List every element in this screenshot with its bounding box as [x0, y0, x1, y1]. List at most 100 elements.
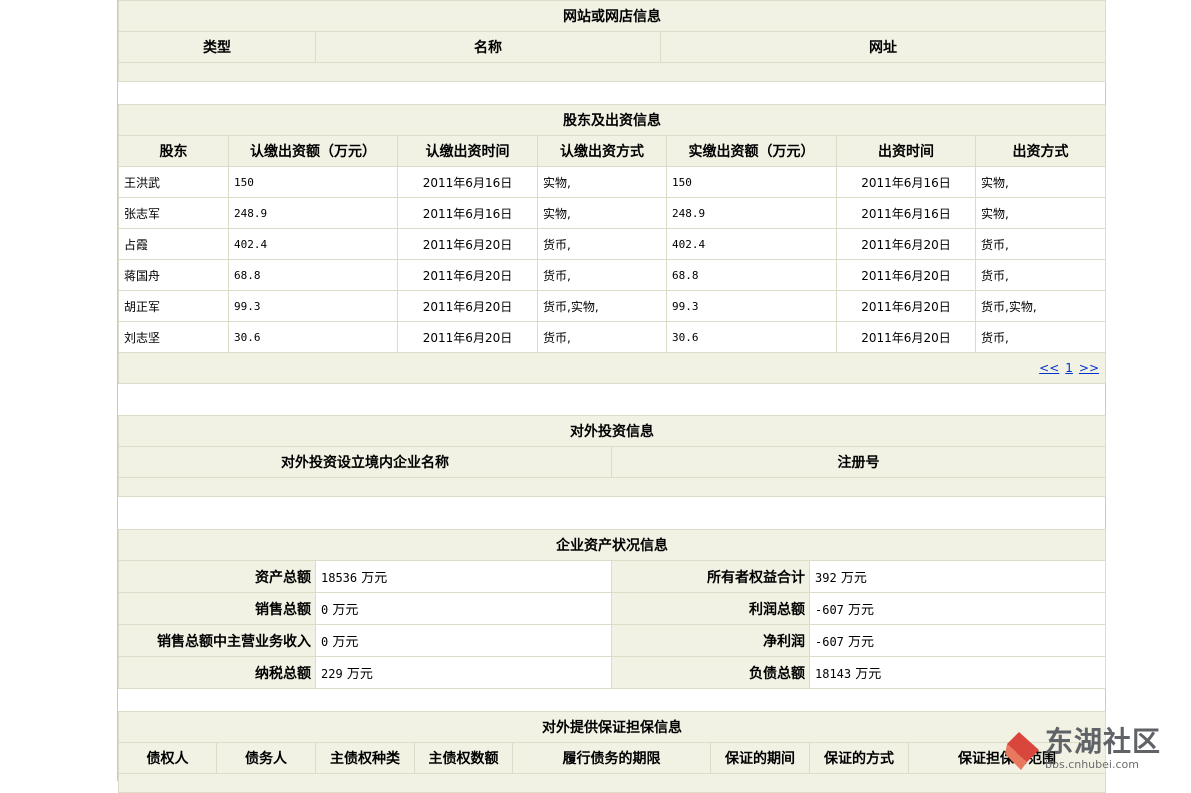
- investment-header-regno: 注册号: [611, 446, 1106, 478]
- asset-row: 销售总额 0 万元 利润总额 -607 万元: [118, 592, 1106, 625]
- shareholder-cell: 99.3: [666, 290, 837, 322]
- guarantee-header: 主债权数额: [414, 742, 513, 774]
- shareholder-cell: 货币,: [537, 228, 667, 260]
- shareholder-row: 蒋国舟 68.8 2011年6月20日 货币, 68.8 2011年6月20日 货币,: [118, 259, 1107, 291]
- guarantee-header: 保证的期间: [710, 742, 810, 774]
- asset-number: -607: [815, 635, 844, 649]
- investment-table: 对外投资信息 对外投资设立境内企业名称 注册号: [118, 415, 1106, 497]
- shareholder-table: 股东及出资信息 股东 认缴出资额（万元） 认缴出资时间 认缴出资方式 实缴出资额…: [117, 104, 1107, 384]
- asset-number: 18143: [815, 667, 852, 681]
- shareholder-cell: 2011年6月16日: [397, 166, 538, 198]
- website-header-name: 名称: [315, 31, 661, 63]
- shareholder-header: 认缴出资额（万元）: [228, 135, 398, 167]
- asset-number: 18536: [321, 571, 358, 585]
- watermark-title: 东湖社区: [1045, 724, 1162, 758]
- site-watermark: 东湖社区 bbs.cnhubei.com: [1005, 719, 1183, 777]
- shareholder-row: 胡正军 99.3 2011年6月20日 货币,实物, 99.3 2011年6月20日 货币,…: [118, 290, 1107, 322]
- shareholder-cell: 2011年6月16日: [397, 197, 538, 229]
- shareholder-cell: 2011年6月20日: [836, 290, 976, 322]
- shareholder-cell: 150: [666, 166, 837, 198]
- shareholder-row: 王洪武 150 2011年6月16日 实物, 150 2011年6月16日 实物,: [118, 166, 1107, 198]
- assets-section-title: 企业资产状况信息: [118, 529, 1106, 561]
- asset-unit: 万元: [848, 635, 875, 650]
- website-empty-band: [118, 62, 1106, 82]
- shareholder-section-title: 股东及出资信息: [117, 104, 1107, 136]
- shareholder-cell: 248.9: [666, 197, 837, 229]
- investment-section-title: 对外投资信息: [118, 415, 1106, 447]
- shareholder-cell: 2011年6月20日: [836, 228, 976, 260]
- pager-prev-link[interactable]: <<: [1039, 361, 1059, 375]
- shareholder-cell: 248.9: [228, 197, 398, 229]
- shareholder-header: 出资时间: [836, 135, 976, 167]
- shareholder-cell: 货币,: [537, 321, 667, 353]
- shareholder-row: 占霞 402.4 2011年6月20日 货币, 402.4 2011年6月20日 货币,: [118, 228, 1107, 260]
- pager-next-link[interactable]: >>: [1079, 361, 1099, 375]
- pagination-bar: << 1 >>: [117, 352, 1107, 384]
- shareholder-cell: 2011年6月20日: [397, 290, 538, 322]
- shareholder-cell: 实物,: [974, 197, 1107, 229]
- website-header-url: 网址: [660, 31, 1106, 63]
- watermark-url: bbs.cnhubei.com: [1045, 757, 1139, 771]
- website-section-title: 网站或网店信息: [118, 0, 1106, 32]
- asset-unit: 万元: [346, 667, 373, 682]
- asset-unit: 万元: [840, 571, 867, 586]
- shareholder-header: 出资方式: [974, 135, 1107, 167]
- guarantee-header: 保证的方式: [809, 742, 909, 774]
- shareholder-cell: 68.8: [228, 259, 398, 291]
- asset-row: 销售总额中主营业务收入 0 万元 净利润 -607 万元: [118, 624, 1106, 657]
- watermark-logo-icon: [1005, 732, 1039, 770]
- shareholder-header: 股东: [118, 135, 229, 167]
- asset-value: -607 万元: [809, 624, 1106, 657]
- shareholder-cell: 货币,实物,: [974, 290, 1107, 322]
- shareholder-cell: 68.8: [666, 259, 837, 291]
- shareholder-header: 实缴出资额（万元）: [666, 135, 837, 167]
- shareholder-cell: 2011年6月20日: [397, 228, 538, 260]
- shareholder-cell: 刘志坚: [118, 321, 229, 353]
- asset-label: 净利润: [611, 624, 810, 657]
- shareholder-cell: 99.3: [228, 290, 398, 322]
- pager-page-link[interactable]: 1: [1065, 361, 1073, 375]
- guarantee-header: 主债权种类: [315, 742, 415, 774]
- shareholder-row: 刘志坚 30.6 2011年6月20日 货币, 30.6 2011年6月20日 货币,: [118, 321, 1107, 353]
- guarantee-header: 债权人: [118, 742, 217, 774]
- asset-label: 资产总额: [118, 560, 316, 593]
- asset-value: 392 万元: [809, 560, 1106, 593]
- shareholder-cell: 实物,: [537, 166, 667, 198]
- shareholder-cell: 2011年6月16日: [836, 197, 976, 229]
- asset-number: 229: [321, 667, 343, 681]
- shareholder-cell: 2011年6月16日: [836, 166, 976, 198]
- asset-value: 229 万元: [315, 656, 612, 689]
- asset-unit: 万元: [361, 571, 388, 586]
- guarantee-section-title: 对外提供保证担保信息: [118, 711, 1106, 743]
- website-table: 网站或网店信息 类型 名称 网址: [118, 0, 1106, 82]
- guarantee-header: 履行债务的期限: [512, 742, 711, 774]
- asset-value: 0 万元: [315, 592, 612, 625]
- asset-label: 销售总额: [118, 592, 316, 625]
- guarantee-empty-band: [118, 773, 1106, 793]
- shareholder-cell: 2011年6月20日: [397, 321, 538, 353]
- shareholder-cell: 2011年6月20日: [836, 321, 976, 353]
- shareholder-cell: 30.6: [228, 321, 398, 353]
- asset-label: 纳税总额: [118, 656, 316, 689]
- asset-label: 所有者权益合计: [611, 560, 810, 593]
- asset-unit: 万元: [332, 603, 359, 618]
- asset-row: 资产总额 18536 万元 所有者权益合计 392 万元: [118, 560, 1106, 593]
- shareholder-cell: 货币,: [974, 259, 1107, 291]
- shareholder-cell: 150: [228, 166, 398, 198]
- assets-table: 企业资产状况信息 资产总额 18536 万元 所有者权益合计 392 万元 销售总额 0 …: [118, 529, 1106, 689]
- shareholder-cell: 2011年6月20日: [836, 259, 976, 291]
- asset-value: 18536 万元: [315, 560, 612, 593]
- asset-value: 0 万元: [315, 624, 612, 657]
- asset-number: 392: [815, 571, 837, 585]
- shareholder-cell: 实物,: [974, 166, 1107, 198]
- asset-unit: 万元: [848, 603, 875, 618]
- shareholder-cell: 2011年6月20日: [397, 259, 538, 291]
- website-header-type: 类型: [118, 31, 316, 63]
- guarantee-header: 债务人: [216, 742, 316, 774]
- shareholder-cell: 402.4: [228, 228, 398, 260]
- asset-label: 利润总额: [611, 592, 810, 625]
- asset-unit: 万元: [855, 667, 882, 682]
